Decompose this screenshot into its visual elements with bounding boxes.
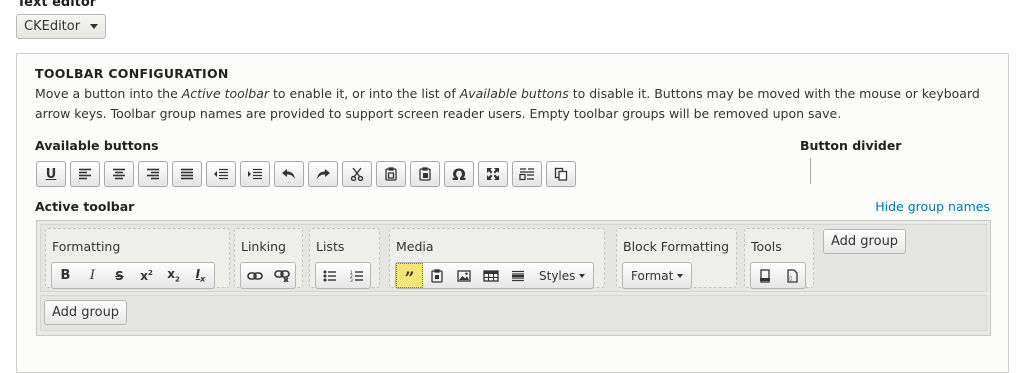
active-toolbar-label: Active toolbar (35, 199, 135, 214)
group-buttons: B I S x2 x2 Ix (51, 262, 215, 289)
active-toolbar: Formatting B I S x2 x2 Ix Linking Lists … (36, 220, 991, 336)
outdent-icon[interactable] (206, 161, 236, 187)
add-group-button[interactable]: Add group (44, 300, 128, 325)
available-buttons-label: Available buttons (35, 138, 159, 153)
desc-emphasis: Available buttons (459, 86, 569, 101)
group-name[interactable]: Tools (751, 239, 782, 254)
align-center-icon[interactable] (104, 161, 134, 187)
group-name[interactable]: Lists (316, 239, 344, 254)
button-divider-drop-zone[interactable] (810, 158, 812, 184)
align-left-icon[interactable] (70, 161, 100, 187)
italic-icon[interactable]: I (79, 263, 106, 288)
group-buttons: ” Styles (395, 262, 595, 289)
group-tools[interactable]: Tools ◊ (744, 228, 814, 289)
panel-title: TOOLBAR CONFIGURATION (35, 66, 229, 81)
numbered-list-icon[interactable]: 123 (343, 263, 370, 288)
desc-part: Move a button into the (35, 86, 182, 101)
panel-description: Move a button into the Active toolbar to… (35, 84, 995, 124)
chevron-down-icon (579, 273, 586, 278)
justify-icon[interactable] (172, 161, 202, 187)
strikethrough-icon[interactable]: S (106, 263, 133, 288)
subscript-icon[interactable]: x2 (160, 263, 187, 288)
maximize-icon[interactable] (478, 161, 508, 187)
toolbar-row: Add group (40, 295, 987, 331)
group-linking[interactable]: Linking (234, 228, 303, 289)
chevron-down-icon (90, 24, 98, 29)
chevron-down-icon (677, 273, 684, 278)
toolbar-row: Formatting B I S x2 x2 Ix Linking Lists … (40, 224, 987, 292)
button-divider-label: Button divider (800, 138, 902, 153)
unlink-icon[interactable] (268, 263, 295, 288)
styles-dropdown[interactable]: Styles (531, 263, 593, 288)
horizontal-line-icon[interactable] (504, 263, 531, 288)
group-formatting[interactable]: Formatting B I S x2 x2 Ix (45, 228, 230, 289)
align-right-icon[interactable] (138, 161, 168, 187)
svg-text:◊: ◊ (789, 275, 792, 282)
bulleted-list-icon[interactable] (316, 263, 343, 288)
format-label: Format (631, 268, 674, 283)
source-code-icon[interactable]: ◊ (778, 263, 805, 288)
text-editor-label: Text editor (17, 0, 97, 10)
group-buttons (240, 262, 296, 289)
table-icon[interactable] (477, 263, 504, 288)
remove-format-icon[interactable]: Ix (187, 263, 214, 288)
blockquote-icon[interactable]: ” (396, 263, 423, 288)
group-name[interactable]: Formatting (52, 239, 120, 254)
text-editor-select-value: CKEditor (24, 19, 81, 34)
paste-from-word-icon[interactable] (423, 263, 450, 288)
group-name[interactable]: Media (396, 239, 434, 254)
bold-icon[interactable]: B (52, 263, 79, 288)
add-group-button[interactable]: Add group (823, 229, 907, 254)
superscript-icon[interactable]: x2 (133, 263, 160, 288)
desc-part: to enable it, or into the list of (269, 86, 460, 101)
group-buttons: 123 (315, 262, 371, 289)
styles-label: Styles (539, 268, 576, 283)
hide-group-names-link[interactable]: Hide group names (875, 199, 990, 214)
text-editor-select[interactable]: CKEditor (16, 14, 106, 39)
format-dropdown[interactable]: Format (623, 263, 691, 288)
group-name[interactable]: Block Formatting (623, 239, 729, 254)
group-buttons: ◊ (750, 262, 806, 289)
group-lists[interactable]: Lists 123 (309, 228, 380, 289)
underline-icon[interactable]: U (36, 161, 66, 187)
paste-icon[interactable] (410, 161, 440, 187)
available-buttons-list: U Ω (36, 161, 576, 187)
undo-icon[interactable] (274, 161, 304, 187)
desc-emphasis: Active toolbar (181, 86, 270, 101)
source-icon[interactable] (751, 263, 778, 288)
redo-icon[interactable] (308, 161, 338, 187)
group-media[interactable]: Media ” Styles (389, 228, 605, 289)
special-char-icon[interactable]: Ω (444, 161, 474, 187)
image-icon[interactable] (450, 263, 477, 288)
group-buttons: Format (622, 262, 693, 289)
group-name[interactable]: Linking (241, 239, 286, 254)
cut-icon[interactable] (342, 161, 372, 187)
group-block-formatting[interactable]: Block Formatting Format (616, 228, 737, 289)
toolbar-configuration-panel: TOOLBAR CONFIGURATION Move a button into… (16, 53, 1009, 373)
paste-text-icon[interactable] (546, 161, 576, 187)
copy-icon[interactable] (376, 161, 406, 187)
show-blocks-icon[interactable] (512, 161, 542, 187)
svg-text:3: 3 (350, 278, 353, 282)
indent-icon[interactable] (240, 161, 270, 187)
link-icon[interactable] (241, 263, 268, 288)
